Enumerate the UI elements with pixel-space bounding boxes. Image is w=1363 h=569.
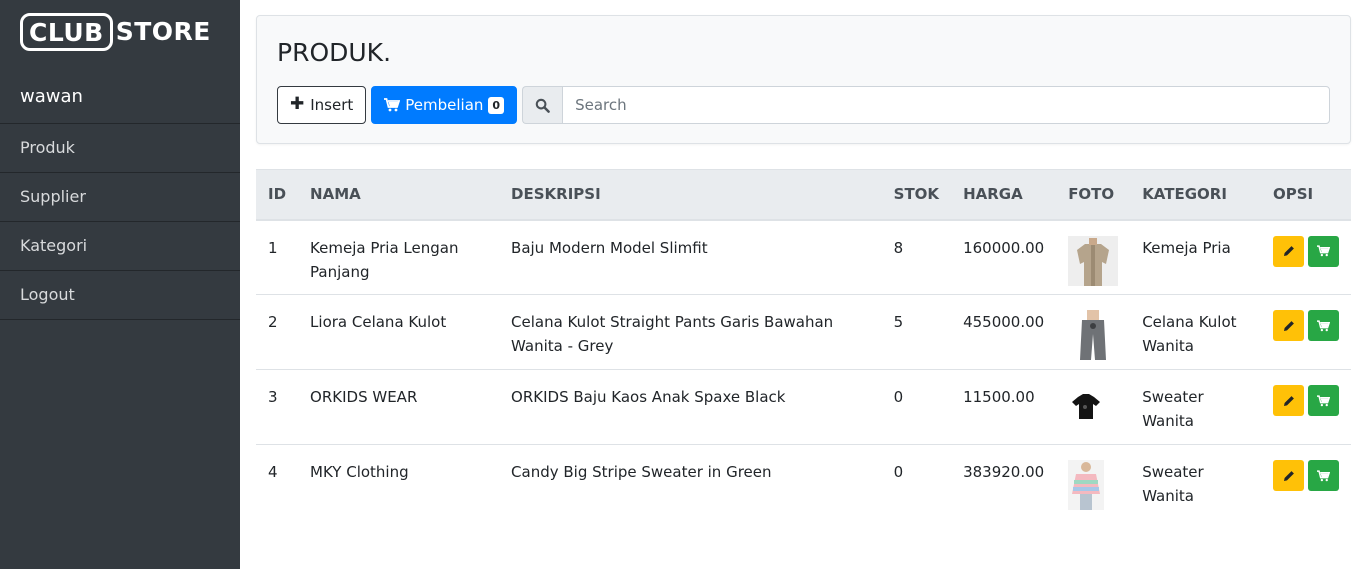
cell-harga: 455000.00 (951, 294, 1057, 370)
row-actions (1273, 385, 1339, 416)
cell-stok: 5 (881, 294, 952, 370)
col-header-opsi: OPSI (1261, 169, 1351, 221)
search-group (522, 86, 1330, 124)
col-header-deskripsi: DESKRIPSI (499, 169, 882, 221)
cell-id: 3 (256, 369, 299, 445)
sidebar-item-kategori[interactable]: Kategori (0, 222, 240, 271)
pembelian-count-badge: 0 (488, 96, 505, 114)
cell-opsi (1261, 219, 1351, 295)
cell-deskripsi: Celana Kulot Straight Pants Garis Bawaha… (499, 294, 882, 370)
cell-opsi (1261, 294, 1351, 370)
col-header-stok: STOK (881, 169, 952, 221)
sidebar: CLUB STORE wawan Produk Supplier Kategor… (0, 0, 240, 569)
cell-kategori: Kemeja Pria (1130, 219, 1261, 295)
table-header-row: ID NAMA DESKRIPSI STOK HARGA FOTO KATEGO… (256, 169, 1351, 221)
product-table: ID NAMA DESKRIPSI STOK HARGA FOTO KATEGO… (256, 169, 1351, 520)
brand-logo-boxed: CLUB (20, 13, 113, 51)
pencil-icon (1283, 395, 1294, 406)
app-root: CLUB STORE wawan Produk Supplier Kategor… (0, 0, 1363, 569)
cell-foto (1056, 294, 1131, 370)
cell-id: 4 (268, 463, 278, 481)
edit-button[interactable] (1273, 235, 1304, 267)
cell-nama: Liora Celana Kulot (298, 294, 500, 370)
cell-deskripsi: Baju Modern Model Slimfit (499, 219, 882, 295)
cell-foto (1056, 445, 1130, 520)
pencil-icon (1283, 246, 1294, 256)
sidebar-item-produk[interactable]: Produk (0, 124, 240, 173)
pembelian-label: Pembelian (405, 96, 484, 114)
search-icon (522, 86, 563, 124)
page-title: PRODUK. (277, 38, 392, 67)
username: wawan (0, 64, 240, 124)
cell-deskripsi: ORKIDS Baju Kaos Anak Spaxe Black (499, 369, 882, 445)
row-actions (1273, 235, 1339, 267)
pencil-icon (1283, 320, 1294, 331)
row-actions (1273, 310, 1339, 341)
product-photo-shirt (1068, 235, 1119, 286)
cart-icon (1317, 245, 1330, 257)
cell-kategori: Sweater Wanita (1142, 463, 1204, 505)
cell-kategori: Sweater Wanita (1130, 369, 1261, 445)
table-row: 4 MKY Clothing Candy Big Stripe Sweater … (256, 445, 1351, 520)
cell-stok: 0 (881, 369, 952, 445)
insert-button[interactable]: ✚ Insert (277, 86, 367, 124)
cart-icon (1317, 469, 1330, 481)
insert-label: Insert (310, 96, 354, 114)
cell-opsi (1261, 369, 1351, 445)
buy-button[interactable] (1308, 310, 1339, 341)
cell-kategori: Celana Kulot Wanita (1130, 294, 1261, 370)
cell-deskripsi: Candy Big Stripe Sweater in Green (511, 463, 772, 481)
cell-id: 1 (256, 219, 299, 295)
col-header-id: ID (256, 169, 299, 221)
table-row: 2 Liora Celana Kulot Celana Kulot Straig… (256, 294, 1351, 370)
buy-button[interactable] (1308, 460, 1339, 491)
cell-stok: 0 (893, 463, 904, 481)
col-header-kategori: KATEGORI (1130, 169, 1261, 221)
col-header-foto: FOTO (1056, 169, 1131, 221)
sidebar-item-supplier[interactable]: Supplier (0, 173, 240, 222)
sidebar-item-logout[interactable]: Logout (0, 271, 240, 320)
cart-icon (1317, 394, 1330, 406)
brand-logo[interactable]: CLUB STORE (0, 0, 240, 64)
plus-icon: ✚ (290, 94, 305, 114)
main-content: PRODUK. ✚ Insert Pembelian 0 Search ID N… (240, 0, 1363, 569)
cell-nama: Kemeja Pria Lengan Panjang (298, 219, 500, 295)
toolbar: ✚ Insert Pembelian 0 (277, 86, 1330, 124)
table-row: 1 Kemeja Pria Lengan Panjang Baju Modern… (256, 219, 1351, 295)
cart-icon (384, 98, 401, 112)
cell-nama: ORKIDS WEAR (298, 369, 500, 445)
cell-harga: 160000.00 (951, 219, 1057, 295)
cart-icon (1317, 319, 1330, 331)
edit-button[interactable] (1273, 385, 1304, 416)
cell-foto (1056, 219, 1131, 295)
cell-stok: 8 (881, 219, 952, 295)
pembelian-button[interactable]: Pembelian 0 (371, 86, 518, 124)
buy-button[interactable] (1308, 235, 1339, 267)
table-row: 3 ORKIDS WEAR ORKIDS Baju Kaos Anak Spax… (256, 369, 1351, 445)
cell-id: 2 (256, 294, 299, 370)
col-header-nama: NAMA (298, 169, 500, 221)
edit-button[interactable] (1273, 460, 1304, 491)
product-photo-pants (1068, 310, 1119, 360)
buy-button[interactable] (1308, 385, 1339, 416)
product-photo-tshirt (1068, 385, 1105, 435)
search-input[interactable] (562, 86, 1330, 124)
pencil-icon (1283, 470, 1294, 481)
col-header-harga: HARGA (951, 169, 1057, 221)
cell-foto (1056, 369, 1131, 445)
cell-harga: 383920.00 (963, 463, 1045, 481)
product-photo-sweater (1068, 460, 1105, 510)
brand-logo-text: STORE (115, 17, 211, 46)
cell-nama: MKY Clothing (310, 463, 409, 481)
header-card: PRODUK. ✚ Insert Pembelian 0 (256, 15, 1351, 144)
cell-harga: 11500.00 (951, 369, 1057, 445)
cell-opsi (1261, 445, 1351, 520)
edit-button[interactable] (1273, 310, 1304, 341)
row-actions (1273, 460, 1339, 491)
